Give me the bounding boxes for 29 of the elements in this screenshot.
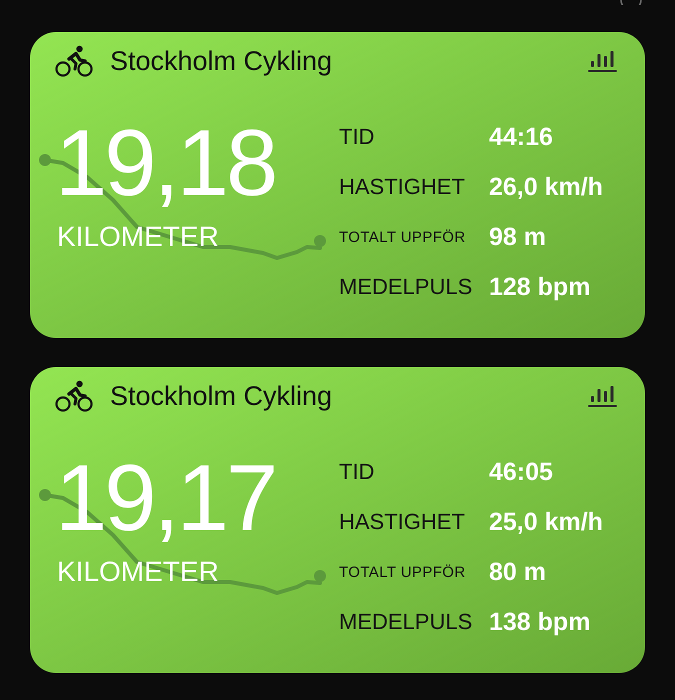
distance-value: 19,18 bbox=[55, 116, 276, 210]
stat-label: TOTALT UPPFÖR bbox=[339, 564, 467, 580]
stat-value: 44:16 bbox=[489, 124, 553, 150]
stat-label: MEDELPULS bbox=[339, 276, 474, 298]
stat-label: HASTIGHET bbox=[339, 511, 466, 533]
stat-label: TID bbox=[339, 126, 376, 148]
bar-chart-icon bbox=[588, 50, 617, 72]
distance-value: 19,17 bbox=[55, 451, 276, 545]
stat-label: TOTALT UPPFÖR bbox=[339, 230, 467, 244]
cyclist-icon bbox=[55, 45, 93, 77]
stat-value: 46:05 bbox=[489, 460, 553, 484]
workout-title: Stockholm Cykling bbox=[110, 382, 332, 410]
stat-label: MEDELPULS bbox=[339, 611, 474, 633]
stat-value: 128 bpm bbox=[489, 274, 590, 300]
cyclist-icon bbox=[55, 380, 93, 412]
stat-value: 80 m bbox=[489, 560, 546, 584]
bar-chart-icon bbox=[588, 385, 617, 407]
workout-card[interactable]: Stockholm Cykling 19,18 KILOMETER TID 44:16 HASTIGHET 26,0 km/h TOTALT UPPFÖR 98 m MEDELPULS 128 bpm bbox=[30, 32, 645, 338]
workout-title: Stockholm Cykling bbox=[110, 48, 332, 74]
stat-label: TID bbox=[339, 461, 376, 483]
distance-unit: KILOMETER bbox=[57, 223, 219, 251]
stat-label: HASTIGHET bbox=[339, 176, 466, 198]
ring-icon[interactable] bbox=[620, 0, 642, 5]
stat-value: 138 bpm bbox=[489, 610, 590, 634]
distance-unit: KILOMETER bbox=[57, 558, 219, 586]
workout-card[interactable]: Stockholm Cykling 19,17 KILOMETER TID 46:05 HASTIGHET 25,0 km/h TOTALT UPPFÖR 80 m MEDELPULS 138 bpm bbox=[30, 367, 645, 673]
stat-value: 25,0 km/h bbox=[489, 510, 603, 534]
stat-value: 26,0 km/h bbox=[489, 174, 603, 200]
stat-value: 98 m bbox=[489, 224, 546, 250]
